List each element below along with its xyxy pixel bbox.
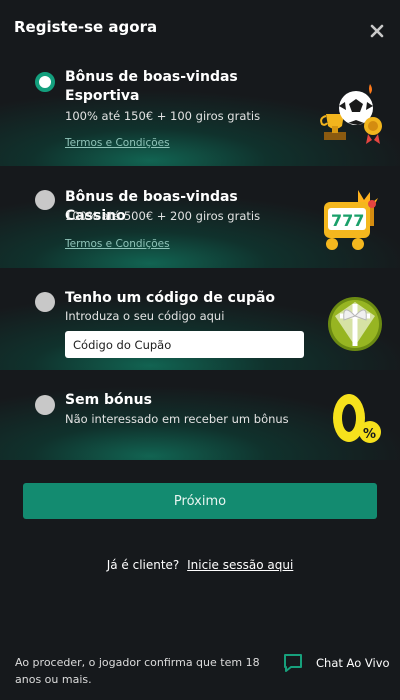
slot-machine-777-icon: 777 bbox=[324, 190, 378, 250]
svg-text:777: 777 bbox=[331, 211, 364, 230]
zero-percent-icon: % bbox=[333, 394, 381, 443]
chat-bubble-icon[interactable] bbox=[282, 652, 304, 674]
chat-label[interactable]: Chat Ao Vivo bbox=[316, 656, 390, 670]
option-title-line1: Bônus de boas-vindas bbox=[65, 69, 238, 85]
bonus-option-casino[interactable]: Bônus de boas-vindas Cassino 100% até 50… bbox=[0, 180, 400, 268]
bonus-option-coupon[interactable]: Tenho um código de cupão Introduza o seu… bbox=[0, 282, 400, 370]
modal-header: Registe-se agora bbox=[0, 0, 400, 56]
option-title: Bônus de boas-vindas Esportiva bbox=[65, 68, 295, 106]
terms-link[interactable]: Termos e Condições bbox=[65, 238, 170, 250]
option-description: 100% até 150€ + 100 giros gratis bbox=[65, 109, 261, 123]
radio-no-bonus[interactable] bbox=[35, 395, 55, 415]
svg-text:%: % bbox=[363, 427, 376, 442]
radio-casino-bonus[interactable] bbox=[35, 190, 55, 210]
close-icon[interactable] bbox=[366, 20, 388, 42]
login-link[interactable]: Inicie sessão aqui bbox=[187, 558, 293, 572]
option-title-line2: Esportiva bbox=[65, 88, 140, 104]
gift-box-icon bbox=[328, 297, 382, 351]
age-disclaimer: Ao proceder, o jogador confirma que tem … bbox=[15, 656, 260, 686]
page-title: Registe-se agora bbox=[14, 18, 158, 36]
option-description: Introduza o seu código aqui bbox=[65, 309, 225, 323]
option-title: Tenho um código de cupão bbox=[65, 290, 276, 306]
radio-coupon[interactable] bbox=[35, 292, 55, 312]
live-chat-button[interactable]: Chat Ao Vivo bbox=[282, 652, 390, 674]
option-description: Não interessado em receber um bônus bbox=[65, 412, 289, 426]
login-question: Já é cliente? bbox=[106, 558, 180, 572]
bonus-option-sports[interactable]: Bônus de boas-vindas Esportiva 100% até … bbox=[0, 60, 400, 166]
option-description: 100% até 500€ + 200 giros gratis bbox=[65, 209, 261, 223]
terms-link[interactable]: Termos e Condições bbox=[65, 137, 170, 149]
option-title: Sem bónus bbox=[65, 392, 152, 408]
radio-sports-bonus[interactable] bbox=[35, 72, 55, 92]
coupon-code-input[interactable] bbox=[65, 331, 304, 358]
bonus-option-none[interactable]: Sem bónus Não interessado em receber um … bbox=[0, 384, 400, 460]
soccer-ball-trophy-icon bbox=[320, 84, 382, 144]
next-button[interactable]: Próximo bbox=[23, 483, 377, 519]
login-prompt: Já é cliente? Inicie sessão aqui bbox=[0, 558, 400, 572]
